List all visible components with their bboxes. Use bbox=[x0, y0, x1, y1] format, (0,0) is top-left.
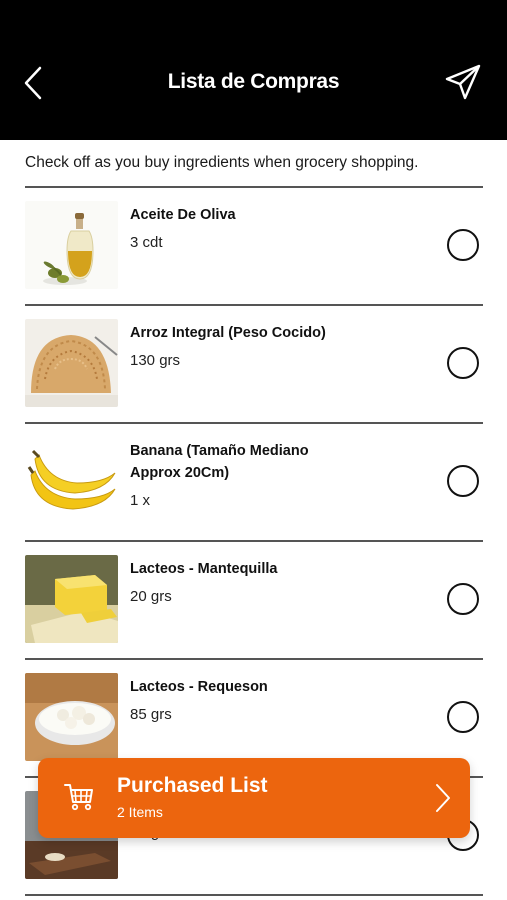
item-image bbox=[25, 437, 118, 525]
send-icon[interactable] bbox=[444, 63, 482, 101]
top-bar: Lista de Compras bbox=[0, 0, 507, 140]
purchased-count: 2 Items bbox=[117, 804, 163, 820]
item-quantity: 3 cdt bbox=[130, 234, 163, 251]
item-image bbox=[25, 201, 118, 289]
item-checkbox[interactable] bbox=[447, 347, 479, 379]
cart-icon bbox=[64, 784, 93, 811]
purchased-list-button[interactable]: Purchased List 2 Items bbox=[38, 758, 470, 838]
purchased-list-label: Purchased List bbox=[117, 774, 268, 797]
list-item: Arroz Integral (Peso Cocido) 130 grs bbox=[25, 306, 483, 424]
item-checkbox[interactable] bbox=[447, 583, 479, 615]
instructions-text: Check off as you buy ingredients when gr… bbox=[25, 154, 419, 171]
item-name: Lacteos - Mantequilla bbox=[130, 561, 278, 577]
chevron-right-icon bbox=[436, 784, 450, 812]
item-image bbox=[25, 673, 118, 761]
item-quantity: 1 x bbox=[130, 492, 151, 509]
item-image bbox=[25, 555, 118, 643]
item-quantity: 85 grs bbox=[130, 706, 172, 723]
item-checkbox[interactable] bbox=[447, 229, 479, 261]
item-name: Arroz Integral (Peso Cocido) bbox=[130, 325, 326, 341]
list-item: Lacteos - Mantequilla 20 grs bbox=[25, 542, 483, 660]
list-item: Banana (Tamaño Mediano Approx 20Cm) 1 x bbox=[25, 424, 483, 542]
item-name: Lacteos - Requeson bbox=[130, 679, 268, 695]
page-title: Lista de Compras bbox=[167, 70, 340, 93]
item-image bbox=[25, 319, 118, 407]
item-checkbox[interactable] bbox=[447, 465, 479, 497]
item-name: Aceite De Oliva bbox=[130, 207, 236, 223]
item-quantity: 130 grs bbox=[130, 352, 181, 369]
list-item: Aceite De Oliva 3 cdt bbox=[25, 188, 483, 306]
item-checkbox[interactable] bbox=[447, 701, 479, 733]
item-name: Banana (Tamaño Mediano Approx 20Cm) bbox=[130, 443, 309, 481]
item-quantity: 20 grs bbox=[130, 588, 172, 605]
